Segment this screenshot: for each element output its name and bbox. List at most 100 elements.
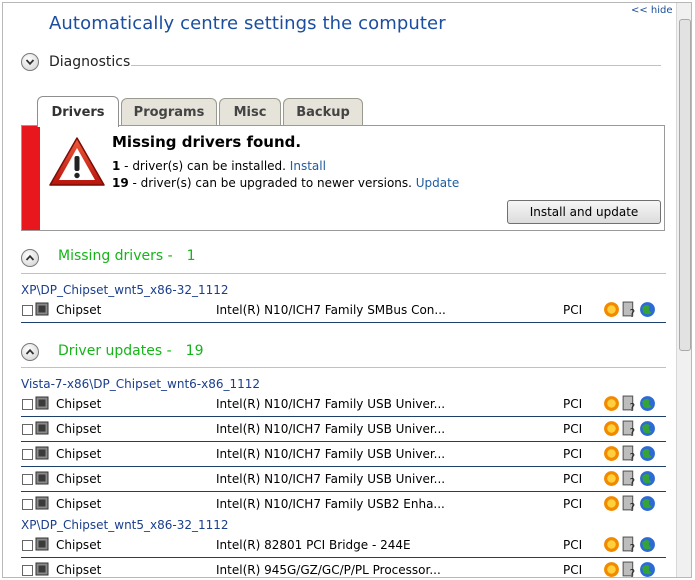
globe-icon[interactable]: [639, 470, 656, 487]
gear-sun-icon[interactable]: [603, 301, 620, 318]
group-label: Vista-7-x86\DP_Chipset_wnt6-x86_1112: [21, 377, 261, 391]
row-device-name: Intel(R) N10/ICH7 Family USB Univer...: [216, 397, 446, 411]
row-checkbox[interactable]: [22, 474, 33, 485]
chip-icon: [35, 396, 49, 410]
tab-backup[interactable]: Backup: [283, 98, 363, 126]
svg-text:?: ?: [630, 451, 636, 462]
install-link[interactable]: Install: [290, 159, 326, 173]
missing-drivers-count: 1: [186, 248, 196, 264]
row-device-name: Intel(R) N10/ICH7 Family USB2 Enha...: [216, 497, 445, 511]
alert-accent-bar: [22, 126, 40, 230]
row-type: Chipset: [56, 472, 102, 486]
row-bus: PCI: [563, 303, 583, 317]
row-bus: PCI: [563, 538, 583, 552]
row-checkbox[interactable]: [22, 399, 33, 410]
row-bus: PCI: [563, 497, 583, 511]
svg-text:?: ?: [630, 501, 636, 512]
row-type: Chipset: [56, 497, 102, 511]
diagnostics-divider: [131, 65, 661, 66]
gear-sun-icon[interactable]: [603, 395, 620, 412]
device-info-icon[interactable]: ?: [621, 395, 638, 412]
gear-sun-icon[interactable]: [603, 470, 620, 487]
gear-sun-icon[interactable]: [603, 445, 620, 462]
row-bus: PCI: [563, 472, 583, 486]
table-row: Chipset Intel(R) 945G/GZ/GC/P/PL Process…: [21, 559, 666, 578]
globe-icon[interactable]: [639, 420, 656, 437]
svg-text:?: ?: [630, 542, 636, 553]
globe-icon[interactable]: [639, 561, 656, 578]
svg-text:?: ?: [630, 476, 636, 487]
warning-triangle-icon: [49, 137, 105, 186]
globe-icon[interactable]: [639, 301, 656, 318]
update-link[interactable]: Update: [416, 176, 459, 190]
window-frame: << hide Automatically centre settings th…: [2, 2, 692, 578]
row-separator: [21, 491, 666, 492]
row-separator: [21, 322, 666, 323]
device-info-icon[interactable]: ?: [621, 420, 638, 437]
device-info-icon[interactable]: ?: [621, 445, 638, 462]
missing-drivers-label: Missing drivers -: [58, 248, 173, 264]
alert-title: Missing drivers found.: [112, 133, 302, 151]
scrollbar-thumb[interactable]: [679, 19, 691, 351]
chip-icon: [35, 302, 49, 316]
row-checkbox[interactable]: [22, 540, 33, 551]
row-device-name: Intel(R) N10/ICH7 Family USB Univer...: [216, 422, 446, 436]
globe-icon[interactable]: [639, 495, 656, 512]
row-type: Chipset: [56, 397, 102, 411]
install-text: - driver(s) can be installed.: [120, 159, 290, 173]
driver-updates-divider: [21, 367, 666, 368]
chevron-down-icon: [25, 59, 35, 66]
gear-sun-icon[interactable]: [603, 495, 620, 512]
table-row: Chipset Intel(R) N10/ICH7 Family USB Uni…: [21, 418, 666, 442]
chip-icon: [35, 496, 49, 510]
alert-update-line: 19 - driver(s) can be upgraded to newer …: [112, 176, 459, 190]
row-bus: PCI: [563, 563, 583, 577]
install-and-update-button[interactable]: Install and update: [507, 200, 661, 224]
device-info-icon[interactable]: ?: [621, 536, 638, 553]
row-checkbox[interactable]: [22, 449, 33, 460]
gear-sun-icon[interactable]: [603, 561, 620, 578]
diagnostics-toggle-button[interactable]: [21, 53, 39, 71]
device-info-icon[interactable]: ?: [621, 301, 638, 318]
device-info-icon[interactable]: ?: [621, 561, 638, 578]
table-row: Chipset Intel(R) N10/ICH7 Family USB Uni…: [21, 468, 666, 492]
row-bus: PCI: [563, 397, 583, 411]
chip-icon: [35, 446, 49, 460]
vertical-scrollbar[interactable]: [676, 3, 691, 577]
driver-updates-count: 19: [185, 343, 204, 359]
tab-misc[interactable]: Misc: [219, 98, 281, 126]
hide-link[interactable]: << hide: [631, 5, 673, 16]
tab-programs[interactable]: Programs: [121, 98, 217, 126]
row-separator: [21, 466, 666, 467]
device-info-icon[interactable]: ?: [621, 495, 638, 512]
svg-text:?: ?: [630, 567, 636, 578]
gear-sun-icon[interactable]: [603, 420, 620, 437]
table-row: Chipset Intel(R) N10/ICH7 Family USB Uni…: [21, 443, 666, 467]
row-checkbox[interactable]: [22, 499, 33, 510]
table-row: Chipset Intel(R) N10/ICH7 Family SMBus C…: [21, 299, 666, 323]
alert-install-line: 1 - driver(s) can be installed. Install: [112, 159, 326, 173]
row-type: Chipset: [56, 563, 102, 577]
row-checkbox[interactable]: [22, 305, 33, 316]
device-info-icon[interactable]: ?: [621, 470, 638, 487]
chip-icon: [35, 562, 49, 576]
missing-drivers-toggle-button[interactable]: [21, 249, 39, 267]
update-count: 19: [112, 176, 129, 190]
svg-text:?: ?: [630, 401, 636, 412]
chevron-up-icon: [25, 348, 35, 355]
row-checkbox[interactable]: [22, 424, 33, 435]
update-text: - driver(s) can be upgraded to newer ver…: [128, 176, 416, 190]
row-checkbox[interactable]: [22, 565, 33, 576]
driver-updates-toggle-button[interactable]: [21, 343, 39, 361]
gear-sun-icon[interactable]: [603, 536, 620, 553]
group-label: XP\DP_Chipset_wnt5_x86-32_1112: [21, 283, 229, 297]
globe-icon[interactable]: [639, 445, 656, 462]
row-type: Chipset: [56, 422, 102, 436]
svg-text:?: ?: [630, 307, 636, 318]
tab-drivers[interactable]: Drivers: [37, 96, 119, 127]
chip-icon: [35, 537, 49, 551]
page-title: Automatically centre settings the comput…: [49, 13, 446, 34]
row-bus: PCI: [563, 422, 583, 436]
globe-icon[interactable]: [639, 395, 656, 412]
globe-icon[interactable]: [639, 536, 656, 553]
